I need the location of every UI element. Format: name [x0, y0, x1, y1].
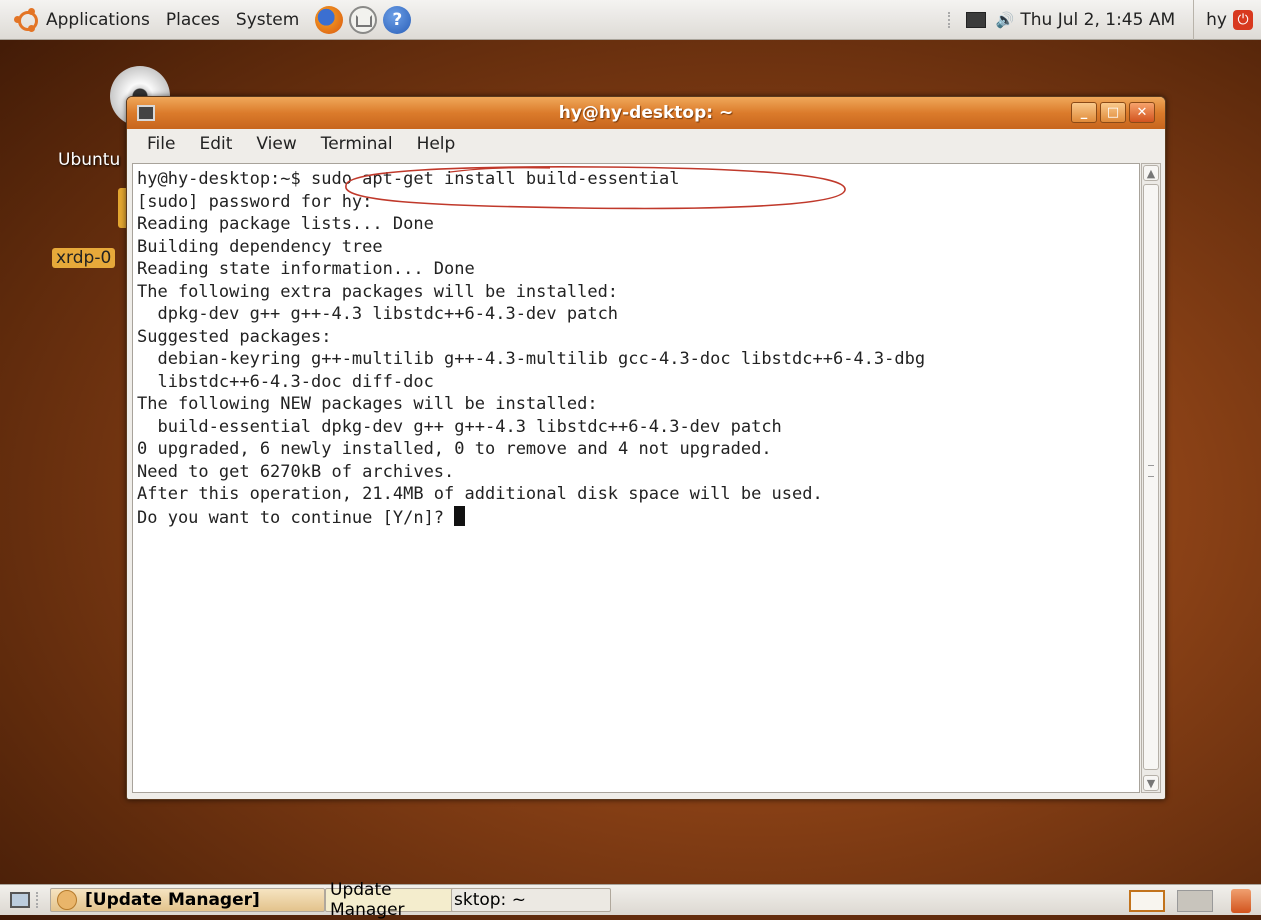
terminal-line: Building dependency tree: [137, 236, 383, 257]
user-menu[interactable]: hy ⏻: [1193, 0, 1261, 40]
terminal-line: build-essential dpkg-dev g++ g++-4.3 lib…: [137, 416, 782, 437]
terminal-line: Suggested packages:: [137, 326, 332, 347]
network-icon[interactable]: [965, 12, 986, 28]
terminal-line: Reading state information... Done: [137, 259, 475, 279]
terminal-line: After this operation, 21.4MB of addition…: [137, 484, 823, 504]
scroll-down-arrow-icon[interactable]: ▼: [1143, 775, 1159, 791]
terminal-line: dpkg-dev g++ g++-4.3 libstdc++6-4.3-dev …: [137, 304, 619, 324]
minimize-button[interactable]: _: [1071, 102, 1097, 123]
maximize-button[interactable]: □: [1100, 102, 1126, 123]
taskbar-item-update-manager[interactable]: Update Manager: [325, 880, 455, 920]
terminal-window: hy@hy-desktop: ~ _ □ ✕ File Edit View Te…: [126, 96, 1166, 800]
desktop-icon-label-xrdp[interactable]: xrdp-0: [52, 248, 116, 268]
menu-view[interactable]: View: [256, 134, 296, 154]
menu-places[interactable]: Places: [166, 10, 220, 30]
terminal-line: Need to get 6270kB of archives.: [137, 461, 455, 482]
taskbar-item-label: Update Manager: [330, 880, 405, 920]
terminal-line: hy@hy-desktop:~$ sudo apt-get install bu…: [137, 169, 680, 189]
power-icon[interactable]: ⏻: [1233, 10, 1253, 30]
mail-icon[interactable]: [349, 5, 378, 34]
menu-system[interactable]: System: [236, 10, 299, 30]
menu-applications[interactable]: Applications: [46, 10, 150, 30]
vertical-scrollbar[interactable]: ▲ ▼: [1141, 163, 1161, 793]
taskbar-item-label: sktop: ~: [454, 890, 526, 910]
volume-icon[interactable]: 🔊: [996, 11, 1015, 29]
trash-icon[interactable]: [1231, 889, 1251, 913]
workspace-2[interactable]: [1177, 890, 1213, 912]
text-cursor: [454, 505, 466, 526]
menu-terminal[interactable]: Terminal: [321, 134, 393, 154]
window-controls: _ □ ✕: [1068, 102, 1155, 123]
prompt-line: Do you want to continue [Y/n]?: [137, 507, 455, 528]
terminal-output[interactable]: hy@hy-desktop:~$ sudo apt-get install bu…: [132, 163, 1140, 793]
window-title: hy@hy-desktop: ~: [558, 103, 734, 123]
menu-bar: File Edit View Terminal Help: [127, 129, 1165, 159]
menu-edit[interactable]: Edit: [199, 134, 232, 154]
taskbar-item-label: [Update Manager]: [85, 890, 260, 910]
scroll-up-arrow-icon[interactable]: ▲: [1143, 165, 1159, 181]
desktop-icon-label-ubuntu[interactable]: Ubuntu: [58, 150, 120, 170]
terminal-line: libstdc++6-4.3-doc diff-doc: [137, 371, 434, 392]
bottom-panel: [Update Manager] Update Manager sktop: ~: [0, 880, 1261, 920]
ubuntu-logo-icon[interactable]: [14, 7, 40, 33]
terminal-line: The following NEW packages will be insta…: [137, 394, 598, 414]
update-manager-icon: [57, 890, 77, 910]
terminal-line: The following extra packages will be ins…: [137, 281, 619, 302]
close-button[interactable]: ✕: [1129, 102, 1155, 123]
terminal-line: Reading package lists... Done: [137, 214, 434, 234]
scroll-thumb[interactable]: [1143, 184, 1159, 770]
panel-menus: Applications Places System ?: [0, 5, 417, 34]
terminal-text: hy@hy-desktop:~$ sudo apt-get install bu…: [133, 164, 1139, 529]
menu-help[interactable]: Help: [417, 134, 456, 154]
taskbar-item-terminal[interactable]: sktop: ~: [451, 888, 611, 912]
top-panel: Applications Places System ? 🔊 Thu Jul 2…: [0, 0, 1261, 40]
menu-file[interactable]: File: [147, 134, 175, 154]
help-icon[interactable]: ?: [383, 5, 412, 34]
system-tray: 🔊 Thu Jul 2, 1:45 AM hy ⏻: [947, 0, 1261, 40]
terminal-line: 0 upgraded, 6 newly installed, 0 to remo…: [137, 439, 772, 459]
clock[interactable]: Thu Jul 2, 1:45 AM: [1020, 10, 1175, 30]
show-desktop-icon[interactable]: [10, 892, 30, 908]
taskbar-item-update-manager-hidden[interactable]: [Update Manager]: [50, 888, 325, 912]
panel-separator: [947, 12, 956, 28]
user-name: hy: [1206, 10, 1227, 30]
terminal-line: debian-keyring g++-multilib g++-4.3-mult…: [137, 349, 926, 369]
firefox-icon[interactable]: [315, 5, 344, 34]
workspace-1[interactable]: [1129, 890, 1165, 912]
title-bar[interactable]: hy@hy-desktop: ~ _ □ ✕: [127, 97, 1165, 129]
panel-separator: [36, 892, 44, 908]
terminal-line: [sudo] password for hy:: [137, 191, 373, 212]
